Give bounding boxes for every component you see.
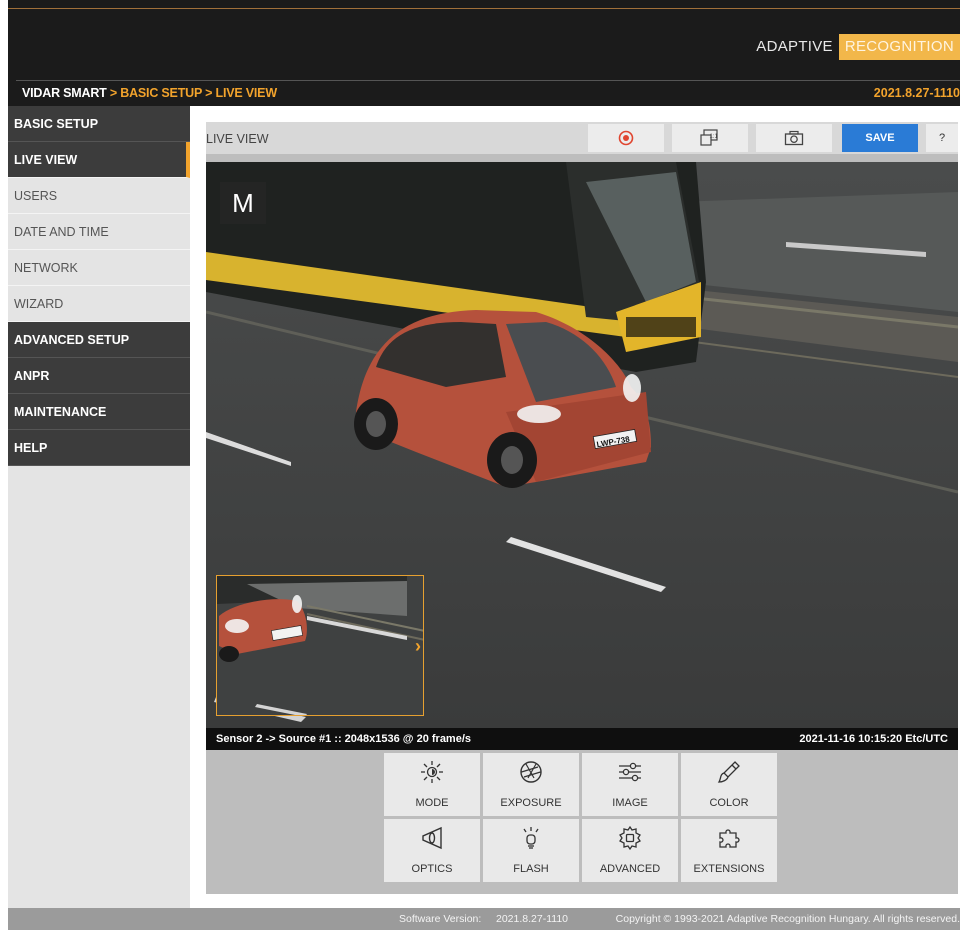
snapshot-button[interactable] xyxy=(756,124,832,152)
tool-label: ADVANCED xyxy=(599,863,661,875)
sidebar: BASIC SETUP LIVE VIEW USERS DATE AND TIM… xyxy=(8,106,190,908)
flash-bulb-icon xyxy=(523,827,539,849)
tool-exposure-button[interactable]: EXPOSURE xyxy=(483,753,579,816)
tool-advanced-button[interactable]: ADVANCED xyxy=(582,819,678,882)
live-video-frame[interactable]: LWP-738 M › xyxy=(206,162,958,728)
breadcrumb-path: > BASIC SETUP > LIVE VIEW xyxy=(106,86,277,100)
footer: Software Version: 2021.8.27-1110 Copyrig… xyxy=(8,908,960,930)
sidebar-item-anpr[interactable]: ANPR xyxy=(8,358,190,394)
chevron-right-icon[interactable]: › xyxy=(415,636,421,657)
tool-optics-button[interactable]: OPTICS xyxy=(384,819,480,882)
panel-header: LIVE VIEW 1:1 SAVE ? xyxy=(206,122,958,154)
software-version-label: Software Version: xyxy=(399,913,482,925)
top-accent-line xyxy=(8,8,960,9)
tool-mode-button[interactable]: MODE xyxy=(384,753,480,816)
sidebar-item-label: NETWORK xyxy=(14,260,78,275)
record-button[interactable] xyxy=(588,124,664,152)
sidebar-item-label: LIVE VIEW xyxy=(14,152,78,167)
save-button[interactable]: SAVE xyxy=(842,124,918,152)
aperture-icon xyxy=(520,761,542,783)
sidebar-item-users[interactable]: USERS xyxy=(8,178,190,214)
optics-icon xyxy=(422,826,442,850)
puzzle-icon xyxy=(719,829,740,848)
tool-label: OPTICS xyxy=(411,863,453,875)
sidebar-item-wizard[interactable]: WIZARD xyxy=(8,286,190,322)
header-divider xyxy=(16,80,960,81)
tool-label: MODE xyxy=(415,797,449,809)
breadcrumb-root[interactable]: VIDAR SMART xyxy=(22,86,107,100)
breadcrumb: VIDAR SMART > BASIC SETUP > LIVE VIEW xyxy=(22,86,277,100)
video-timestamp: 2021-11-16 10:15:20 Etc/UTC xyxy=(799,733,948,745)
sidebar-item-advanced-setup[interactable]: ADVANCED SETUP xyxy=(8,322,190,358)
brand-logo[interactable]: ADAPTIVE RECOGNITION xyxy=(748,34,960,60)
sidebar-item-label: HELP xyxy=(14,440,48,455)
tool-label: IMAGE xyxy=(612,797,648,809)
sidebar-item-live-view[interactable]: LIVE VIEW xyxy=(8,142,190,178)
camera-settings-grid: MODE EXPOSURE IMAGE COLOR OPTICS FLASH A… xyxy=(384,753,777,882)
tool-label: EXTENSIONS xyxy=(693,863,765,875)
sidebar-item-label: USERS xyxy=(14,188,58,203)
sidebar-item-label: DATE AND TIME xyxy=(14,224,109,239)
tool-color-button[interactable]: COLOR xyxy=(681,753,777,816)
firmware-version: 2021.8.27-1110 xyxy=(873,86,960,100)
sidebar-item-label: BASIC SETUP xyxy=(14,116,99,131)
logo-part-adaptive: ADAPTIVE xyxy=(756,38,833,55)
tool-image-button[interactable]: IMAGE xyxy=(582,753,678,816)
record-icon xyxy=(618,130,634,146)
page-title: LIVE VIEW xyxy=(206,132,269,146)
tool-flash-button[interactable]: FLASH xyxy=(483,819,579,882)
help-button[interactable]: ? xyxy=(926,124,958,152)
sidebar-item-network[interactable]: NETWORK xyxy=(8,250,190,286)
gear-chip-icon xyxy=(619,825,641,851)
sidebar-item-label: MAINTENANCE xyxy=(14,404,107,419)
sidebar-item-label: ANPR xyxy=(14,368,50,383)
zoom-thumbnail[interactable]: › xyxy=(216,575,424,716)
video-info-bar: Sensor 2 -> Source #1 :: 2048x1536 @ 20 … xyxy=(206,728,958,750)
sidebar-item-help[interactable]: HELP xyxy=(8,430,190,466)
tool-label: FLASH xyxy=(513,863,549,875)
thumbnail-scene xyxy=(217,576,423,715)
sliders-icon xyxy=(619,762,641,782)
color-brush-icon xyxy=(717,761,740,783)
live-view-panel: LIVE VIEW 1:1 SAVE ? LWP-738 M › Sensor … xyxy=(206,122,958,894)
top-bar: ADAPTIVE RECOGNITION VIDAR SMART > BASIC… xyxy=(8,0,960,106)
tool-extensions-button[interactable]: EXTENSIONS xyxy=(681,819,777,882)
logo-part-recognition: RECOGNITION xyxy=(838,34,960,60)
sidebar-item-maintenance[interactable]: MAINTENANCE xyxy=(8,394,190,430)
sidebar-item-date-and-time[interactable]: DATE AND TIME xyxy=(8,214,190,250)
sidebar-item-basic-setup[interactable]: BASIC SETUP xyxy=(8,106,190,142)
zoom-1-1-button[interactable]: 1:1 xyxy=(672,124,748,152)
sidebar-item-label: ADVANCED SETUP xyxy=(14,332,130,347)
camera-icon xyxy=(784,130,804,146)
sensor-info: Sensor 2 -> Source #1 :: 2048x1536 @ 20 … xyxy=(216,733,472,745)
software-version-value: 2021.8.27-1110 xyxy=(496,913,569,925)
sun-mode-icon xyxy=(421,761,443,783)
mode-badge: M xyxy=(220,182,266,224)
svg-text:1:1: 1:1 xyxy=(710,134,719,140)
one-to-one-zoom-icon: 1:1 xyxy=(700,129,719,146)
sidebar-item-label: WIZARD xyxy=(14,296,64,311)
tool-label: EXPOSURE xyxy=(500,797,562,809)
copyright-text: Copyright © 1993-2021 Adaptive Recogniti… xyxy=(615,913,960,925)
tool-label: COLOR xyxy=(709,797,749,809)
